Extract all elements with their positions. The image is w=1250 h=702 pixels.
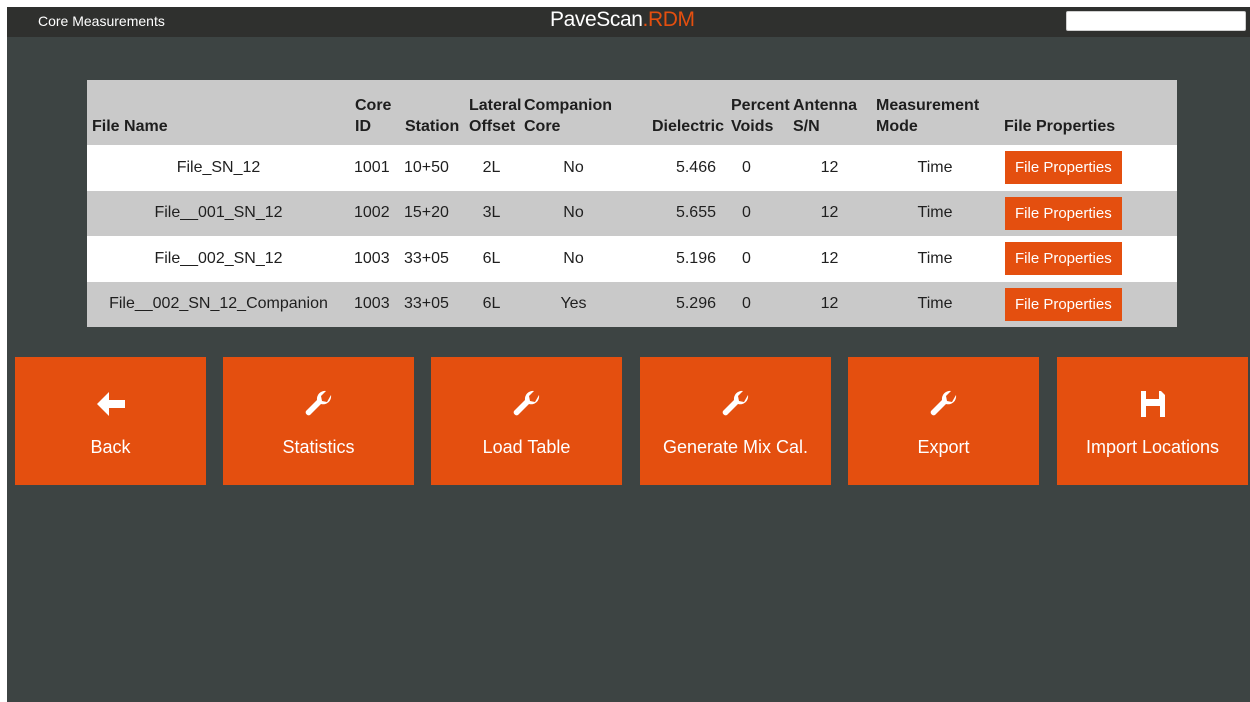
cell-percent-voids: 0	[742, 249, 751, 267]
statistics-button[interactable]: Statistics	[223, 357, 414, 485]
cell-dielectric: 5.296	[675, 295, 716, 313]
import-locations-button[interactable]: Import Locations	[1057, 357, 1248, 485]
header-station: Station	[405, 118, 460, 135]
header-percent-voids: Percent Voids	[731, 97, 790, 135]
cell-station: 33+05	[404, 249, 449, 267]
brand-main: PaveScan	[550, 8, 643, 31]
header-core-id: Core ID	[355, 97, 392, 135]
header-measurement-mode: Measurement Mode	[876, 97, 980, 135]
title-bar-input[interactable]	[1066, 11, 1246, 31]
header-dielectric: Dielectric	[651, 118, 724, 135]
cell-percent-voids: 0	[742, 158, 751, 176]
header-file-name: File Name	[92, 118, 168, 135]
window-title: Core Measurements	[38, 13, 165, 29]
cell-companion-core: No	[563, 204, 584, 222]
back-button[interactable]: Back	[15, 357, 206, 485]
header-file-properties: File Properties	[1004, 118, 1116, 135]
table-header-row: File Name Core ID Station Lateral Offset C…	[87, 80, 1177, 145]
wrench-icon	[223, 390, 414, 420]
generate-mix-cal-label: Generate Mix Cal.	[662, 437, 809, 457]
file-properties-button[interactable]: File Properties	[1005, 287, 1122, 321]
cell-antenna-sn: 12	[820, 249, 839, 267]
title-bar: Core Measurements PaveScan.RDM	[7, 7, 1250, 37]
cell-lateral-offset: 2L	[482, 158, 501, 176]
wrench-icon	[640, 390, 831, 420]
cell-file-name: File__002_SN_12	[154, 249, 283, 267]
cell-dielectric: 5.466	[675, 158, 716, 176]
action-bar: Back Statistics Load Table Generate Mix …	[7, 357, 1250, 485]
cell-measurement-mode: Time	[917, 204, 953, 222]
cell-file-properties: File Properties	[999, 282, 1177, 328]
cell-measurement-mode: Time	[917, 295, 953, 313]
export-button[interactable]: Export	[848, 357, 1039, 485]
cell-file-name: File__001_SN_12	[154, 204, 283, 222]
cell-measurement-mode: Time	[917, 158, 953, 176]
cell-core-id: 1002	[354, 204, 390, 222]
cell-core-id: 1003	[354, 249, 390, 267]
load-table-label: Load Table	[482, 437, 571, 457]
cell-companion-core: Yes	[560, 295, 587, 313]
back-label: Back	[90, 437, 131, 457]
cell-file-name: File_SN_12	[176, 158, 261, 176]
import-locations-label: Import Locations	[1085, 437, 1220, 457]
table-row[interactable]: File__002_SN_12_Companion 1003 33+05 6L …	[87, 281, 1177, 328]
cell-antenna-sn: 12	[820, 204, 839, 222]
cell-core-id: 1003	[354, 295, 390, 313]
table-row[interactable]: File__002_SN_12 1003 33+05 6L No 5.196 0…	[87, 236, 1177, 282]
generate-mix-cal-button[interactable]: Generate Mix Cal.	[640, 357, 831, 485]
file-properties-button[interactable]: File Properties	[1005, 151, 1122, 185]
cell-station: 33+05	[404, 295, 449, 313]
header-lateral-offset: Lateral Offset	[469, 97, 522, 135]
cell-companion-core: No	[563, 158, 584, 176]
wrench-icon	[848, 390, 1039, 420]
core-measurements-table: File Name Core ID Station Lateral Offset C…	[87, 80, 1177, 327]
cell-file-properties: File Properties	[999, 191, 1177, 237]
file-properties-button[interactable]: File Properties	[1005, 196, 1122, 230]
cell-percent-voids: 0	[742, 295, 751, 313]
cell-lateral-offset: 3L	[482, 204, 501, 222]
cell-station: 15+20	[404, 204, 449, 222]
file-properties-button[interactable]: File Properties	[1005, 242, 1122, 276]
cell-lateral-offset: 6L	[482, 295, 501, 313]
cell-core-id: 1001	[354, 158, 390, 176]
table-row[interactable]: File__001_SN_12 1002 15+20 3L No 5.655 0…	[87, 190, 1177, 237]
cell-lateral-offset: 6L	[482, 249, 501, 267]
load-table-button[interactable]: Load Table	[431, 357, 622, 485]
cell-file-name: File__002_SN_12_Companion	[109, 295, 328, 313]
cell-antenna-sn: 12	[820, 158, 839, 176]
cell-dielectric: 5.196	[675, 249, 716, 267]
brand-accent: .RDM	[642, 8, 695, 31]
cell-dielectric: 5.655	[675, 204, 716, 222]
cell-measurement-mode: Time	[917, 249, 953, 267]
cell-companion-core: No	[563, 249, 584, 267]
cell-file-properties: File Properties	[999, 236, 1177, 282]
cell-file-properties: File Properties	[999, 145, 1177, 191]
header-companion-core: Companion Core	[524, 97, 612, 135]
cell-antenna-sn: 12	[820, 295, 839, 313]
export-label: Export	[917, 437, 970, 457]
table-row[interactable]: File_SN_12 1001 10+50 2L No 5.466 0 12 T…	[87, 145, 1177, 191]
app-window: Core Measurements PaveScan.RDM File Name…	[7, 7, 1250, 702]
brand-logo: PaveScan.RDM	[550, 8, 695, 32]
statistics-label: Statistics	[282, 437, 355, 457]
wrench-icon	[431, 390, 622, 420]
cell-percent-voids: 0	[742, 204, 751, 222]
save-icon	[1057, 390, 1248, 420]
cell-station: 10+50	[404, 158, 449, 176]
arrow-left-icon	[15, 390, 206, 420]
header-antenna-sn: Antenna S/N	[793, 97, 857, 135]
